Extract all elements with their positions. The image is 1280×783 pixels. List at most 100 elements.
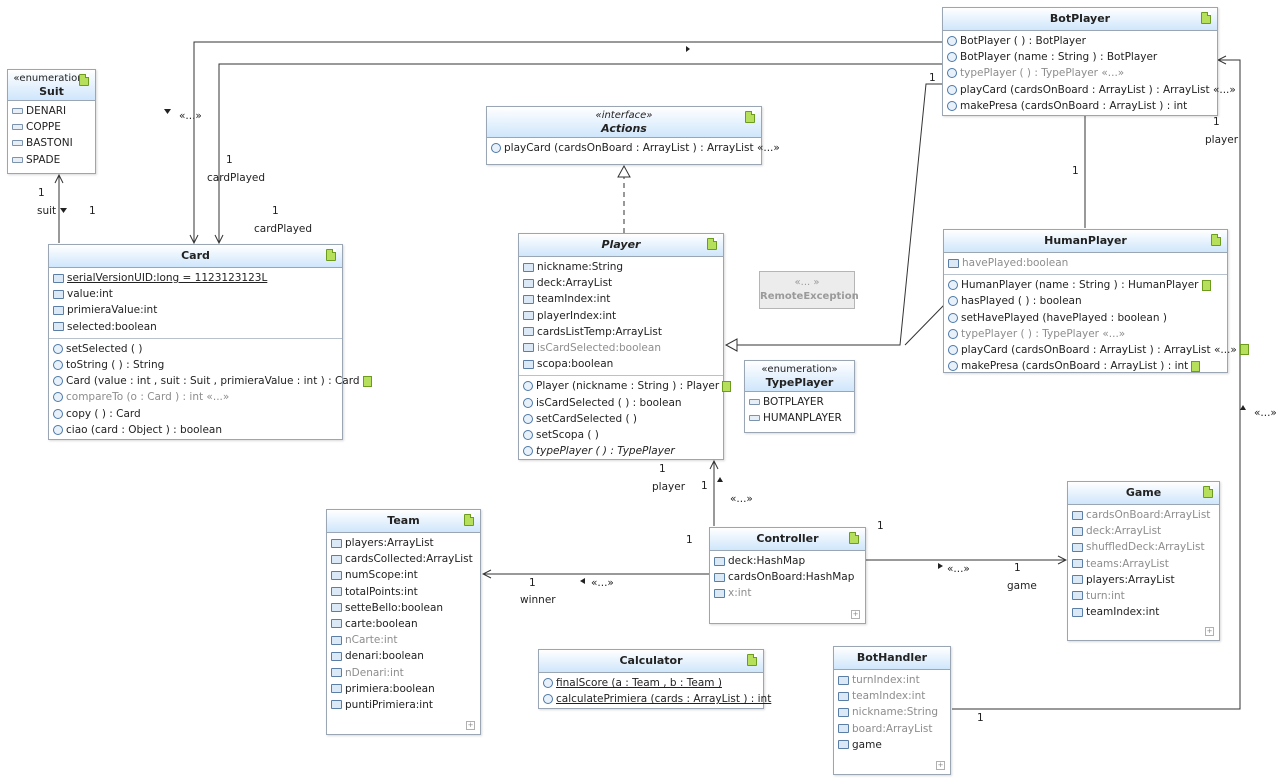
enum-literal[interactable]: COPPE bbox=[8, 119, 95, 135]
method-row[interactable]: makePresa (cardsOnBoard : ArrayList ) : … bbox=[944, 358, 1227, 374]
attribute-row[interactable]: turnIndex:int bbox=[834, 672, 950, 688]
class-controller[interactable]: Controller deck:HashMap cardsOnBoard:Has… bbox=[709, 527, 866, 624]
enum-literal[interactable]: SPADE bbox=[8, 152, 95, 168]
attribute-row[interactable]: nDenari:int bbox=[327, 665, 480, 681]
class-header: Game bbox=[1068, 482, 1219, 505]
class-header: BotPlayer bbox=[943, 8, 1217, 31]
attribute-row[interactable]: cardsOnBoard:ArrayList bbox=[1068, 507, 1219, 523]
attribute-row[interactable]: value:int bbox=[49, 286, 342, 302]
method-row[interactable]: setScopa ( ) bbox=[519, 427, 723, 443]
method-row[interactable]: ciao (card : Object ) : boolean bbox=[49, 422, 342, 438]
class-player[interactable]: Player nickname:String deck:ArrayList te… bbox=[518, 233, 732, 462]
method-row[interactable]: toString ( ) : String bbox=[49, 357, 342, 373]
method-row[interactable]: copy ( ) : Card bbox=[49, 406, 342, 422]
method-row[interactable]: HumanPlayer (name : String ) : HumanPlay… bbox=[944, 277, 1227, 293]
attribute-row[interactable]: setteBello:boolean bbox=[327, 600, 480, 616]
method-row[interactable]: setCardSelected ( ) bbox=[519, 411, 723, 427]
class-suit[interactable]: «enumeration» Suit DENARI COPPE BASTONI … bbox=[7, 69, 96, 174]
attribute-row[interactable]: carte:boolean bbox=[327, 616, 480, 632]
attribute-row[interactable]: nCarte:int bbox=[327, 632, 480, 648]
method-row[interactable]: playCard (cardsOnBoard : ArrayList ) : A… bbox=[943, 82, 1236, 98]
attribute-row[interactable]: players:ArrayList bbox=[327, 535, 480, 551]
expand-icon[interactable]: + bbox=[466, 721, 475, 730]
enum-literal[interactable]: BOTPLAYER bbox=[745, 394, 854, 410]
method-row[interactable]: calculatePrimiera (cards : ArrayList ) :… bbox=[539, 691, 771, 707]
attribute-row[interactable]: cardsCollected:ArrayList bbox=[327, 551, 480, 567]
expand-icon[interactable]: + bbox=[851, 610, 860, 619]
class-bothandler[interactable]: BotHandler turnIndex:int teamIndex:int n… bbox=[833, 646, 951, 775]
class-card[interactable]: Card serialVersionUID:long = 1123123123L… bbox=[48, 244, 372, 440]
attribute-row[interactable]: isCardSelected:boolean bbox=[519, 340, 723, 356]
field-icon bbox=[1072, 559, 1083, 569]
attribute-row[interactable]: scopa:boolean bbox=[519, 356, 723, 372]
attribute-row[interactable]: nickname:String bbox=[834, 704, 950, 720]
class-team[interactable]: Team players:ArrayList cardsCollected:Ar… bbox=[326, 509, 481, 735]
attribute-row[interactable]: serialVersionUID:long = 1123123123L bbox=[49, 270, 342, 286]
method-row[interactable]: playCard (cardsOnBoard : ArrayList ) : A… bbox=[487, 140, 780, 156]
method-row[interactable]: isCardSelected ( ) : boolean bbox=[519, 395, 723, 411]
attribute-row[interactable]: primiera:boolean bbox=[327, 681, 480, 697]
attribute-row[interactable]: shuffledDeck:ArrayList bbox=[1068, 539, 1219, 555]
enum-literal[interactable]: HUMANPLAYER bbox=[745, 410, 854, 426]
method-icon bbox=[523, 446, 533, 457]
attribute-row[interactable]: players:ArrayList bbox=[1068, 572, 1219, 588]
class-name: Actions bbox=[601, 122, 647, 135]
attribute-row[interactable]: teamIndex:int bbox=[834, 688, 950, 704]
class-actions[interactable]: «interface» Actions playCard (cardsOnBoa… bbox=[486, 106, 780, 165]
class-name: RemoteException bbox=[760, 291, 859, 302]
method-row[interactable]: finalScore (a : Team , b : Team ) bbox=[539, 675, 763, 691]
method-row[interactable]: BotPlayer ( ) : BotPlayer bbox=[943, 33, 1217, 49]
expand-icon[interactable]: + bbox=[1205, 627, 1214, 636]
attribute-row[interactable]: puntiPrimiera:int bbox=[327, 697, 480, 713]
class-calculator[interactable]: Calculator finalScore (a : Team , b : Te… bbox=[538, 649, 771, 709]
attribute-row[interactable]: nickname:String bbox=[519, 259, 723, 275]
attribute-row[interactable]: deck:ArrayList bbox=[519, 275, 723, 291]
enum-literal[interactable]: BASTONI bbox=[8, 135, 95, 151]
attribute-row[interactable]: playerIndex:int bbox=[519, 308, 723, 324]
role-label-player: player bbox=[652, 481, 686, 493]
methods-section: Player (nickname : String ) : Player isC… bbox=[519, 375, 732, 462]
field-icon bbox=[714, 572, 725, 582]
attribute-row[interactable]: totalPoints:int bbox=[327, 584, 480, 600]
attribute-row[interactable]: deck:ArrayList bbox=[1068, 523, 1219, 539]
attribute-row[interactable]: turn:int bbox=[1068, 588, 1219, 604]
class-botplayer[interactable]: BotPlayer BotPlayer ( ) : BotPlayer BotP… bbox=[942, 7, 1236, 116]
arrowhead-left-team bbox=[580, 578, 585, 584]
class-typeplayer[interactable]: «enumeration» TypePlayer BOTPLAYER HUMAN… bbox=[744, 360, 855, 433]
field-icon bbox=[331, 635, 342, 645]
attribute-row[interactable]: numScope:int bbox=[327, 567, 480, 583]
attribute-row[interactable]: board:ArrayList bbox=[834, 721, 950, 737]
attribute-row[interactable]: game bbox=[834, 737, 950, 753]
enum-literal[interactable]: DENARI bbox=[8, 103, 95, 119]
stereotype-label: «... » bbox=[794, 277, 820, 288]
class-header: «enumeration» Suit bbox=[8, 70, 95, 101]
method-row[interactable]: typePlayer ( ) : TypePlayer «...» bbox=[943, 65, 1217, 81]
class-game[interactable]: Game cardsOnBoard:ArrayList deck:ArrayLi… bbox=[1067, 481, 1220, 641]
attribute-row[interactable]: cardsListTemp:ArrayList bbox=[519, 324, 723, 340]
attribute-row[interactable]: deck:HashMap bbox=[710, 553, 865, 569]
attribute-row[interactable]: primieraValue:int bbox=[49, 302, 342, 318]
attribute-row[interactable]: x:int bbox=[710, 585, 865, 601]
class-humanplayer[interactable]: HumanPlayer havePlayed:boolean HumanPlay… bbox=[943, 229, 1249, 374]
attribute-row[interactable]: teams:ArrayList bbox=[1068, 556, 1219, 572]
method-row[interactable]: compareTo (o : Card ) : int «...» bbox=[49, 389, 342, 405]
attribute-row[interactable]: cardsOnBoard:HashMap bbox=[710, 569, 865, 585]
method-row[interactable]: BotPlayer (name : String ) : BotPlayer bbox=[943, 49, 1217, 65]
method-row[interactable]: makePresa (cardsOnBoard : ArrayList ) : … bbox=[943, 98, 1217, 114]
attribute-row[interactable]: denari:boolean bbox=[327, 648, 480, 664]
method-row[interactable]: typePlayer ( ) : TypePlayer «...» bbox=[944, 326, 1227, 342]
method-row[interactable]: Card (value : int , suit : Suit , primie… bbox=[49, 373, 372, 389]
class-remoteexception[interactable]: «... » RemoteException bbox=[759, 271, 859, 309]
expand-icon[interactable]: + bbox=[936, 761, 945, 770]
attribute-row[interactable]: teamIndex:int bbox=[1068, 604, 1219, 620]
method-row[interactable]: Player (nickname : String ) : Player bbox=[519, 378, 732, 394]
attribute-row[interactable]: havePlayed:boolean bbox=[944, 255, 1227, 271]
attribute-row[interactable]: selected:boolean bbox=[49, 319, 342, 335]
method-row[interactable]: setHavePlayed (havePlayed : boolean ) bbox=[944, 310, 1227, 326]
method-row[interactable]: playCard (cardsOnBoard : ArrayList ) : A… bbox=[944, 342, 1249, 358]
attribute-row[interactable]: teamIndex:int bbox=[519, 291, 723, 307]
humanplayer-player-generalization bbox=[904, 304, 945, 346]
method-row[interactable]: hasPlayed ( ) : boolean bbox=[944, 293, 1227, 309]
method-row[interactable]: typePlayer ( ) : TypePlayer bbox=[519, 443, 723, 459]
method-row[interactable]: setSelected ( ) bbox=[49, 341, 342, 357]
